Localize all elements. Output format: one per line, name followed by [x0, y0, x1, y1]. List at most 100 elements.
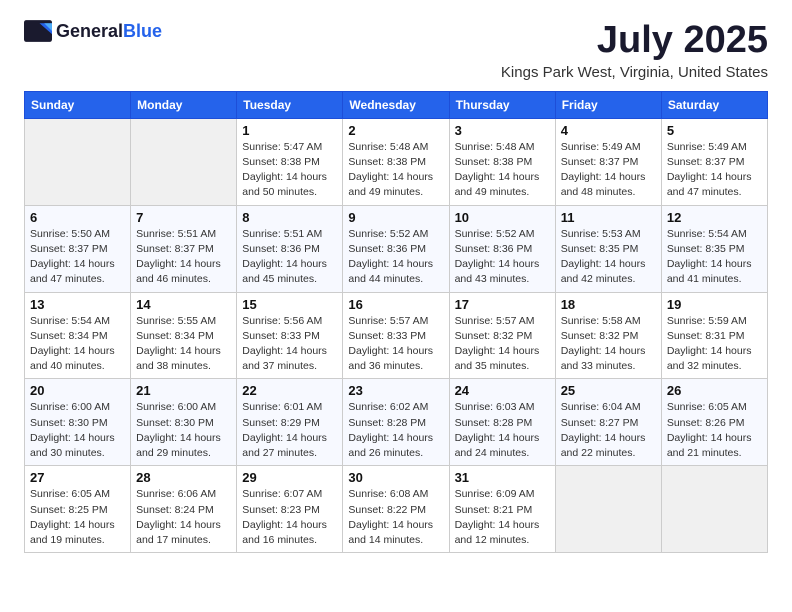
calendar-cell	[661, 466, 767, 553]
calendar-cell: 29 Sunrise: 6:07 AM Sunset: 8:23 PM Dayli…	[237, 466, 343, 553]
calendar-week-row: 20Sunrise: 6:00 AM Sunset: 8:30 PM Dayli…	[25, 379, 768, 466]
logo-blue: Blue	[123, 21, 162, 41]
day-info: Sunrise: 6:05 AM Sunset: 8:25 PM Dayligh…	[30, 487, 125, 548]
calendar-cell: 4 Sunrise: 5:49 AM Sunset: 8:37 PM Daylig…	[555, 118, 661, 205]
day-number: 26	[667, 383, 762, 398]
calendar-cell: 10 Sunrise: 5:52 AM Sunset: 8:36 PM Dayli…	[449, 205, 555, 292]
calendar-cell: 31 Sunrise: 6:09 AM Sunset: 8:21 PM Dayli…	[449, 466, 555, 553]
logo-wordmark: GeneralBlue	[56, 21, 162, 42]
calendar-cell: 14Sunrise: 5:55 AM Sunset: 8:34 PM Dayli…	[131, 292, 237, 379]
calendar-cell: 5 Sunrise: 5:49 AM Sunset: 8:37 PM Daylig…	[661, 118, 767, 205]
day-info: Sunrise: 5:49 AM Sunset: 8:37 PM Dayligh…	[667, 140, 762, 201]
day-info: Sunrise: 5:51 AM Sunset: 8:36 PM Dayligh…	[242, 227, 337, 288]
day-info: Sunrise: 5:48 AM Sunset: 8:38 PM Dayligh…	[455, 140, 550, 201]
day-info: Sunrise: 5:48 AM Sunset: 8:38 PM Dayligh…	[348, 140, 443, 201]
day-info: Sunrise: 6:01 AM Sunset: 8:29 PM Dayligh…	[242, 400, 337, 461]
day-info: Sunrise: 5:55 AM Sunset: 8:34 PM Dayligh…	[136, 314, 231, 375]
day-info: Sunrise: 5:49 AM Sunset: 8:37 PM Dayligh…	[561, 140, 656, 201]
day-number: 13	[30, 297, 125, 312]
calendar-cell: 8 Sunrise: 5:51 AM Sunset: 8:36 PM Daylig…	[237, 205, 343, 292]
day-info: Sunrise: 5:50 AM Sunset: 8:37 PM Dayligh…	[30, 227, 125, 288]
calendar-cell: 6 Sunrise: 5:50 AM Sunset: 8:37 PM Daylig…	[25, 205, 131, 292]
day-number: 25	[561, 383, 656, 398]
calendar-cell: 18Sunrise: 5:58 AM Sunset: 8:32 PM Dayli…	[555, 292, 661, 379]
weekday-header-wednesday: Wednesday	[343, 91, 449, 118]
calendar-cell: 15 Sunrise: 5:56 AM Sunset: 8:33 PM Dayli…	[237, 292, 343, 379]
day-number: 1	[242, 123, 337, 138]
logo-icon	[24, 20, 52, 42]
day-info: Sunrise: 6:05 AM Sunset: 8:26 PM Dayligh…	[667, 400, 762, 461]
calendar-table: SundayMondayTuesdayWednesdayThursdayFrid…	[24, 91, 768, 553]
calendar-cell: 11Sunrise: 5:53 AM Sunset: 8:35 PM Dayli…	[555, 205, 661, 292]
calendar-cell: 20Sunrise: 6:00 AM Sunset: 8:30 PM Dayli…	[25, 379, 131, 466]
page-header: GeneralBlue July 2025 Kings Park West, V…	[24, 20, 768, 81]
day-number: 3	[455, 123, 550, 138]
calendar-cell: 12 Sunrise: 5:54 AM Sunset: 8:35 PM Dayli…	[661, 205, 767, 292]
month-title: July 2025	[501, 20, 768, 62]
calendar-week-row: 6 Sunrise: 5:50 AM Sunset: 8:37 PM Daylig…	[25, 205, 768, 292]
calendar-cell	[131, 118, 237, 205]
day-number: 21	[136, 383, 231, 398]
day-number: 6	[30, 210, 125, 225]
day-info: Sunrise: 6:02 AM Sunset: 8:28 PM Dayligh…	[348, 400, 443, 461]
day-info: Sunrise: 5:56 AM Sunset: 8:33 PM Dayligh…	[242, 314, 337, 375]
weekday-header-sunday: Sunday	[25, 91, 131, 118]
weekday-header-monday: Monday	[131, 91, 237, 118]
day-number: 8	[242, 210, 337, 225]
day-number: 27	[30, 470, 125, 485]
calendar-cell: 30 Sunrise: 6:08 AM Sunset: 8:22 PM Dayli…	[343, 466, 449, 553]
calendar-cell: 9Sunrise: 5:52 AM Sunset: 8:36 PM Daylig…	[343, 205, 449, 292]
day-number: 12	[667, 210, 762, 225]
calendar-week-row: 27 Sunrise: 6:05 AM Sunset: 8:25 PM Dayli…	[25, 466, 768, 553]
calendar-cell: 27 Sunrise: 6:05 AM Sunset: 8:25 PM Dayli…	[25, 466, 131, 553]
calendar-cell: 26 Sunrise: 6:05 AM Sunset: 8:26 PM Dayli…	[661, 379, 767, 466]
day-info: Sunrise: 6:00 AM Sunset: 8:30 PM Dayligh…	[30, 400, 125, 461]
day-number: 15	[242, 297, 337, 312]
day-number: 29	[242, 470, 337, 485]
calendar-cell: 21Sunrise: 6:00 AM Sunset: 8:30 PM Dayli…	[131, 379, 237, 466]
calendar-cell	[25, 118, 131, 205]
day-info: Sunrise: 6:07 AM Sunset: 8:23 PM Dayligh…	[242, 487, 337, 548]
weekday-header-friday: Friday	[555, 91, 661, 118]
day-info: Sunrise: 5:57 AM Sunset: 8:33 PM Dayligh…	[348, 314, 443, 375]
location-subtitle: Kings Park West, Virginia, United States	[501, 64, 768, 81]
calendar-cell: 7 Sunrise: 5:51 AM Sunset: 8:37 PM Daylig…	[131, 205, 237, 292]
calendar-cell: 17Sunrise: 5:57 AM Sunset: 8:32 PM Dayli…	[449, 292, 555, 379]
day-number: 7	[136, 210, 231, 225]
calendar-cell	[555, 466, 661, 553]
day-info: Sunrise: 5:52 AM Sunset: 8:36 PM Dayligh…	[348, 227, 443, 288]
day-number: 16	[348, 297, 443, 312]
day-info: Sunrise: 6:04 AM Sunset: 8:27 PM Dayligh…	[561, 400, 656, 461]
calendar-cell: 19Sunrise: 5:59 AM Sunset: 8:31 PM Dayli…	[661, 292, 767, 379]
day-number: 28	[136, 470, 231, 485]
calendar-week-row: 1 Sunrise: 5:47 AM Sunset: 8:38 PM Daylig…	[25, 118, 768, 205]
day-info: Sunrise: 5:47 AM Sunset: 8:38 PM Dayligh…	[242, 140, 337, 201]
day-info: Sunrise: 5:54 AM Sunset: 8:35 PM Dayligh…	[667, 227, 762, 288]
weekday-header-thursday: Thursday	[449, 91, 555, 118]
day-number: 5	[667, 123, 762, 138]
day-number: 24	[455, 383, 550, 398]
weekday-header-saturday: Saturday	[661, 91, 767, 118]
calendar-cell: 22Sunrise: 6:01 AM Sunset: 8:29 PM Dayli…	[237, 379, 343, 466]
day-number: 30	[348, 470, 443, 485]
calendar-cell: 25 Sunrise: 6:04 AM Sunset: 8:27 PM Dayli…	[555, 379, 661, 466]
day-info: Sunrise: 6:08 AM Sunset: 8:22 PM Dayligh…	[348, 487, 443, 548]
day-info: Sunrise: 5:52 AM Sunset: 8:36 PM Dayligh…	[455, 227, 550, 288]
calendar-cell: 23 Sunrise: 6:02 AM Sunset: 8:28 PM Dayli…	[343, 379, 449, 466]
calendar-cell: 13 Sunrise: 5:54 AM Sunset: 8:34 PM Dayli…	[25, 292, 131, 379]
logo: GeneralBlue	[24, 20, 162, 42]
calendar-week-row: 13 Sunrise: 5:54 AM Sunset: 8:34 PM Dayli…	[25, 292, 768, 379]
calendar-cell: 16 Sunrise: 5:57 AM Sunset: 8:33 PM Dayli…	[343, 292, 449, 379]
day-number: 23	[348, 383, 443, 398]
calendar-cell: 1 Sunrise: 5:47 AM Sunset: 8:38 PM Daylig…	[237, 118, 343, 205]
day-number: 4	[561, 123, 656, 138]
calendar-header-row: SundayMondayTuesdayWednesdayThursdayFrid…	[25, 91, 768, 118]
day-info: Sunrise: 6:09 AM Sunset: 8:21 PM Dayligh…	[455, 487, 550, 548]
calendar-cell: 28Sunrise: 6:06 AM Sunset: 8:24 PM Dayli…	[131, 466, 237, 553]
weekday-header-tuesday: Tuesday	[237, 91, 343, 118]
day-info: Sunrise: 5:51 AM Sunset: 8:37 PM Dayligh…	[136, 227, 231, 288]
day-number: 10	[455, 210, 550, 225]
day-info: Sunrise: 5:54 AM Sunset: 8:34 PM Dayligh…	[30, 314, 125, 375]
day-number: 31	[455, 470, 550, 485]
day-info: Sunrise: 6:03 AM Sunset: 8:28 PM Dayligh…	[455, 400, 550, 461]
